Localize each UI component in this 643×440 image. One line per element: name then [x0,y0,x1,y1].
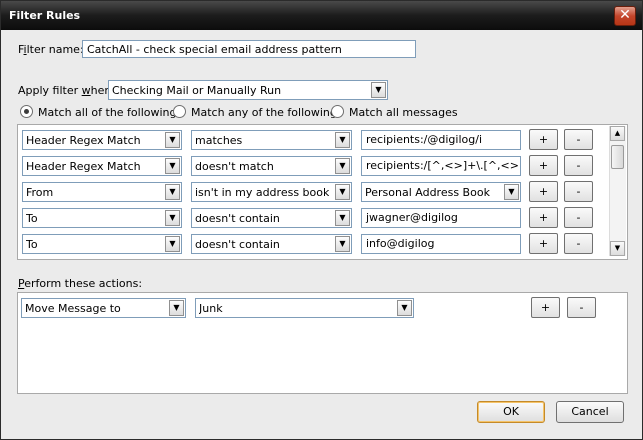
match-all-messages-radio[interactable] [331,105,344,118]
chevron-down-icon[interactable]: ▼ [335,236,350,252]
rule-field-select-value: Header Regex Match [26,160,141,173]
match-all-messages-label[interactable]: Match all messages [349,106,458,119]
remove-rule-button[interactable]: - [564,181,593,202]
chevron-down-icon[interactable]: ▼ [504,184,519,200]
rule-operator-select-value: doesn't contain [195,238,280,251]
dialog-title: Filter Rules [9,9,81,22]
action-target-value: Junk [199,302,223,315]
rule-operator-select-value: doesn't match [195,160,274,173]
filter-rules-dialog: Filter Rules ✕ Filter name: CatchAll - c… [0,0,643,440]
rules-scrollbar[interactable]: ▲ ▼ [609,126,626,256]
chevron-down-icon[interactable]: ▼ [165,236,180,252]
rule-field-select[interactable]: To ▼ [22,234,182,254]
rule-operator-select-value: doesn't contain [195,212,280,225]
add-rule-button[interactable]: + [529,233,558,254]
match-any-radio[interactable] [173,105,186,118]
remove-rule-button[interactable]: - [564,207,593,228]
remove-rule-button[interactable]: - [564,129,593,150]
chevron-down-icon[interactable]: ▼ [335,210,350,226]
action-type-select[interactable]: Move Message to ▼ [21,298,186,318]
ok-button[interactable]: OK [477,401,545,423]
remove-rule-button[interactable]: - [564,233,593,254]
arrow-up-icon[interactable]: ▲ [610,126,625,141]
action-target-select[interactable]: Junk ▼ [195,298,414,318]
apply-filter-when-label: Apply filter when: [18,84,116,97]
rule-operator-select-value: isn't in my address book [195,186,330,199]
close-button[interactable]: ✕ [614,6,636,26]
chevron-down-icon[interactable]: ▼ [165,184,180,200]
rule-field-select-value: To [26,212,38,225]
apply-filter-when-value: Checking Mail or Manually Run [112,84,282,97]
title-bar[interactable]: Filter Rules ✕ [1,1,642,30]
rule-field-select[interactable]: Header Regex Match ▼ [22,130,182,150]
match-all-radio[interactable] [20,105,33,118]
filter-name-input[interactable]: CatchAll - check special email address p… [82,40,416,58]
rule-operator-select[interactable]: doesn't contain ▼ [191,208,352,228]
action-type-value: Move Message to [25,302,121,315]
rule-field-select-value: From [26,186,54,199]
cancel-button[interactable]: Cancel [556,401,624,423]
chevron-down-icon[interactable]: ▼ [165,132,180,148]
chevron-down-icon[interactable]: ▼ [397,300,412,316]
filter-name-label: Filter name: [18,43,84,56]
chevron-down-icon[interactable]: ▼ [335,158,350,174]
chevron-down-icon[interactable]: ▼ [371,82,386,98]
rule-field-select-value: To [26,238,38,251]
rule-field-select[interactable]: From ▼ [22,182,182,202]
chevron-down-icon[interactable]: ▼ [165,210,180,226]
perform-actions-label: Perform these actions: [18,277,143,290]
arrow-down-icon[interactable]: ▼ [610,241,625,256]
rule-operator-select-value: matches [195,134,243,147]
rule-value-select-value: Personal Address Book [365,186,490,199]
match-any-label[interactable]: Match any of the following [191,106,337,119]
rule-field-select[interactable]: To ▼ [22,208,182,228]
rule-value-input[interactable]: recipients:/[^,<>]+\.[^,<>]+@dig [361,156,521,176]
rule-operator-select[interactable]: isn't in my address book ▼ [191,182,352,202]
add-rule-button[interactable]: + [529,207,558,228]
close-icon: ✕ [619,7,631,23]
remove-action-button[interactable]: - [567,297,596,318]
add-action-button[interactable]: + [531,297,560,318]
rule-operator-select[interactable]: doesn't match ▼ [191,156,352,176]
chevron-down-icon[interactable]: ▼ [169,300,184,316]
add-rule-button[interactable]: + [529,181,558,202]
rule-value-input[interactable]: jwagner@digilog [361,208,521,228]
chevron-down-icon[interactable]: ▼ [165,158,180,174]
rule-value-input[interactable]: info@digilog [361,234,521,254]
rule-operator-select[interactable]: matches ▼ [191,130,352,150]
rule-field-select[interactable]: Header Regex Match ▼ [22,156,182,176]
add-rule-button[interactable]: + [529,129,558,150]
rule-field-select-value: Header Regex Match [26,134,141,147]
remove-rule-button[interactable]: - [564,155,593,176]
scrollbar-thumb[interactable] [611,145,624,169]
match-all-label[interactable]: Match all of the following [38,106,177,119]
apply-filter-when-select[interactable]: Checking Mail or Manually Run ▼ [108,80,388,100]
chevron-down-icon[interactable]: ▼ [335,184,350,200]
rule-value-input[interactable]: recipients:/@digilog/i [361,130,521,150]
rule-operator-select[interactable]: doesn't contain ▼ [191,234,352,254]
rule-value-select[interactable]: Personal Address Book ▼ [361,182,521,202]
chevron-down-icon[interactable]: ▼ [335,132,350,148]
add-rule-button[interactable]: + [529,155,558,176]
